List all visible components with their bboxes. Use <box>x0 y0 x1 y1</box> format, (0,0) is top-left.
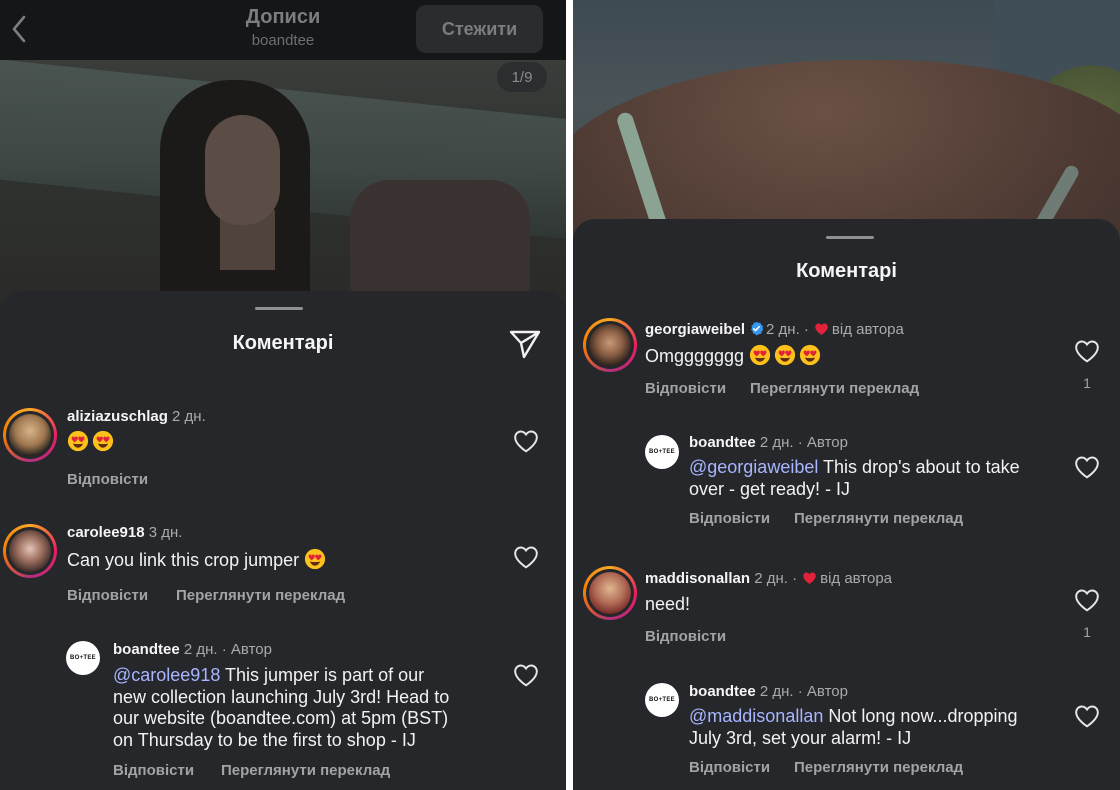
right-post-panel: Коментарі georgiaweibel 2 дн. · від автора… <box>573 0 1120 790</box>
reply-button[interactable]: Відповісти <box>67 587 148 604</box>
reply-button[interactable]: Відповісти <box>113 762 194 779</box>
reply-button[interactable]: Відповісти <box>67 471 148 488</box>
comment-text: @georgiaweibel This drop's about to take… <box>689 457 1020 499</box>
comment-username[interactable]: boandtee 2 дн. · Автор <box>689 683 848 700</box>
comment-time: 3 дн. <box>148 524 183 541</box>
see-translation-button[interactable]: Переглянути переклад <box>794 759 963 776</box>
sheet-title: Коментарі <box>232 332 334 354</box>
comments-sheet: Коментарі aliziazuschlag 2 дн. Відповіст… <box>0 291 566 790</box>
comment-time: 2 дн. <box>759 683 794 700</box>
comment-text <box>67 430 117 454</box>
sheet-drag-handle[interactable] <box>255 307 303 310</box>
comment-time: 2 дн. <box>759 434 794 451</box>
verified-badge-icon <box>749 321 764 336</box>
sheet-title: Коментарі <box>796 260 897 282</box>
comment-time: 2 дн. <box>766 321 800 338</box>
avatar[interactable] <box>3 408 57 462</box>
comment-text: @carolee918 This jumper is part of our n… <box>113 665 450 750</box>
heart-eyes-emoji-icon <box>67 430 89 452</box>
like-count: 1 <box>1083 624 1091 640</box>
comment-username[interactable]: maddisonallan 2 дн. · від автора <box>645 570 892 587</box>
heart-filled-icon <box>802 571 817 585</box>
comment-time: 2 дн. <box>754 570 788 587</box>
comment-text: Omggggggg <box>645 344 824 368</box>
author-badge: Автор <box>806 683 848 700</box>
reply-button[interactable]: Відповісти <box>689 759 770 776</box>
brand-avatar[interactable]: BO+TEE <box>66 641 100 675</box>
left-post-panel: Дописи boandtee Стежити 1/9 Коментарі al… <box>0 0 566 790</box>
see-translation-button[interactable]: Переглянути переклад <box>176 587 345 604</box>
avatar[interactable] <box>3 524 57 578</box>
reply-button[interactable]: Відповісти <box>645 628 726 645</box>
follow-button[interactable]: Стежити <box>416 5 543 53</box>
mention-link[interactable]: @carolee918 <box>113 665 220 685</box>
heart-outline-icon[interactable] <box>1074 704 1100 728</box>
comments-sheet: Коментарі georgiaweibel 2 дн. · від автора… <box>573 219 1120 790</box>
author-badge: Автор <box>230 641 272 658</box>
mention-link[interactable]: @georgiaweibel <box>689 457 818 477</box>
comment-username[interactable]: aliziazuschlag 2 дн. <box>67 408 206 425</box>
heart-eyes-emoji-icon <box>92 430 114 452</box>
comment-username[interactable]: boandtee 2 дн. · Автор <box>113 641 272 658</box>
liked-by-author-label: від автора <box>831 321 904 338</box>
heart-outline-icon[interactable] <box>1074 588 1100 612</box>
author-badge: Автор <box>806 434 848 451</box>
sheet-drag-handle[interactable] <box>826 236 874 239</box>
comment-time: 2 дн. <box>183 641 218 658</box>
mention-link[interactable]: @maddisonallan <box>689 706 823 726</box>
post-header: Дописи boandtee Стежити <box>0 0 566 60</box>
see-translation-button[interactable]: Переглянути переклад <box>750 380 919 397</box>
heart-eyes-emoji-icon <box>774 344 796 366</box>
avatar[interactable] <box>583 318 637 372</box>
comment-text: @maddisonallan Not long now...dropping J… <box>689 706 1018 748</box>
comment-username[interactable]: boandtee 2 дн. · Автор <box>689 434 848 451</box>
comment-text: need! <box>645 594 691 614</box>
heart-eyes-emoji-icon <box>799 344 821 366</box>
comment-time: 2 дн. <box>172 408 206 425</box>
share-icon[interactable] <box>506 324 544 362</box>
reply-button[interactable]: Відповісти <box>645 380 726 397</box>
heart-outline-icon[interactable] <box>513 429 539 453</box>
heart-eyes-emoji-icon <box>304 548 326 570</box>
heart-eyes-emoji-icon <box>749 344 771 366</box>
post-photo[interactable] <box>0 60 566 310</box>
heart-filled-icon <box>814 322 829 336</box>
comment-text: Can you link this crop jumper <box>67 548 329 572</box>
heart-outline-icon[interactable] <box>1074 339 1100 363</box>
brand-avatar[interactable]: BO+TEE <box>645 435 679 469</box>
brand-avatar[interactable]: BO+TEE <box>645 683 679 717</box>
heart-outline-icon[interactable] <box>1074 455 1100 479</box>
heart-outline-icon[interactable] <box>513 663 539 687</box>
comment-username[interactable]: carolee918 3 дн. <box>67 524 182 541</box>
comment-username[interactable]: georgiaweibel 2 дн. · від автора <box>645 321 904 338</box>
see-translation-button[interactable]: Переглянути переклад <box>221 762 390 779</box>
photo-counter-badge: 1/9 <box>497 62 547 92</box>
avatar[interactable] <box>583 566 637 620</box>
brand-logo-text: BO+TEE <box>649 697 675 703</box>
reply-button[interactable]: Відповісти <box>689 510 770 527</box>
liked-by-author-label: від автора <box>820 570 893 587</box>
see-translation-button[interactable]: Переглянути переклад <box>794 510 963 527</box>
heart-outline-icon[interactable] <box>513 545 539 569</box>
brand-logo-text: BO+TEE <box>70 655 96 661</box>
brand-logo-text: BO+TEE <box>649 449 675 455</box>
like-count: 1 <box>1083 375 1091 391</box>
